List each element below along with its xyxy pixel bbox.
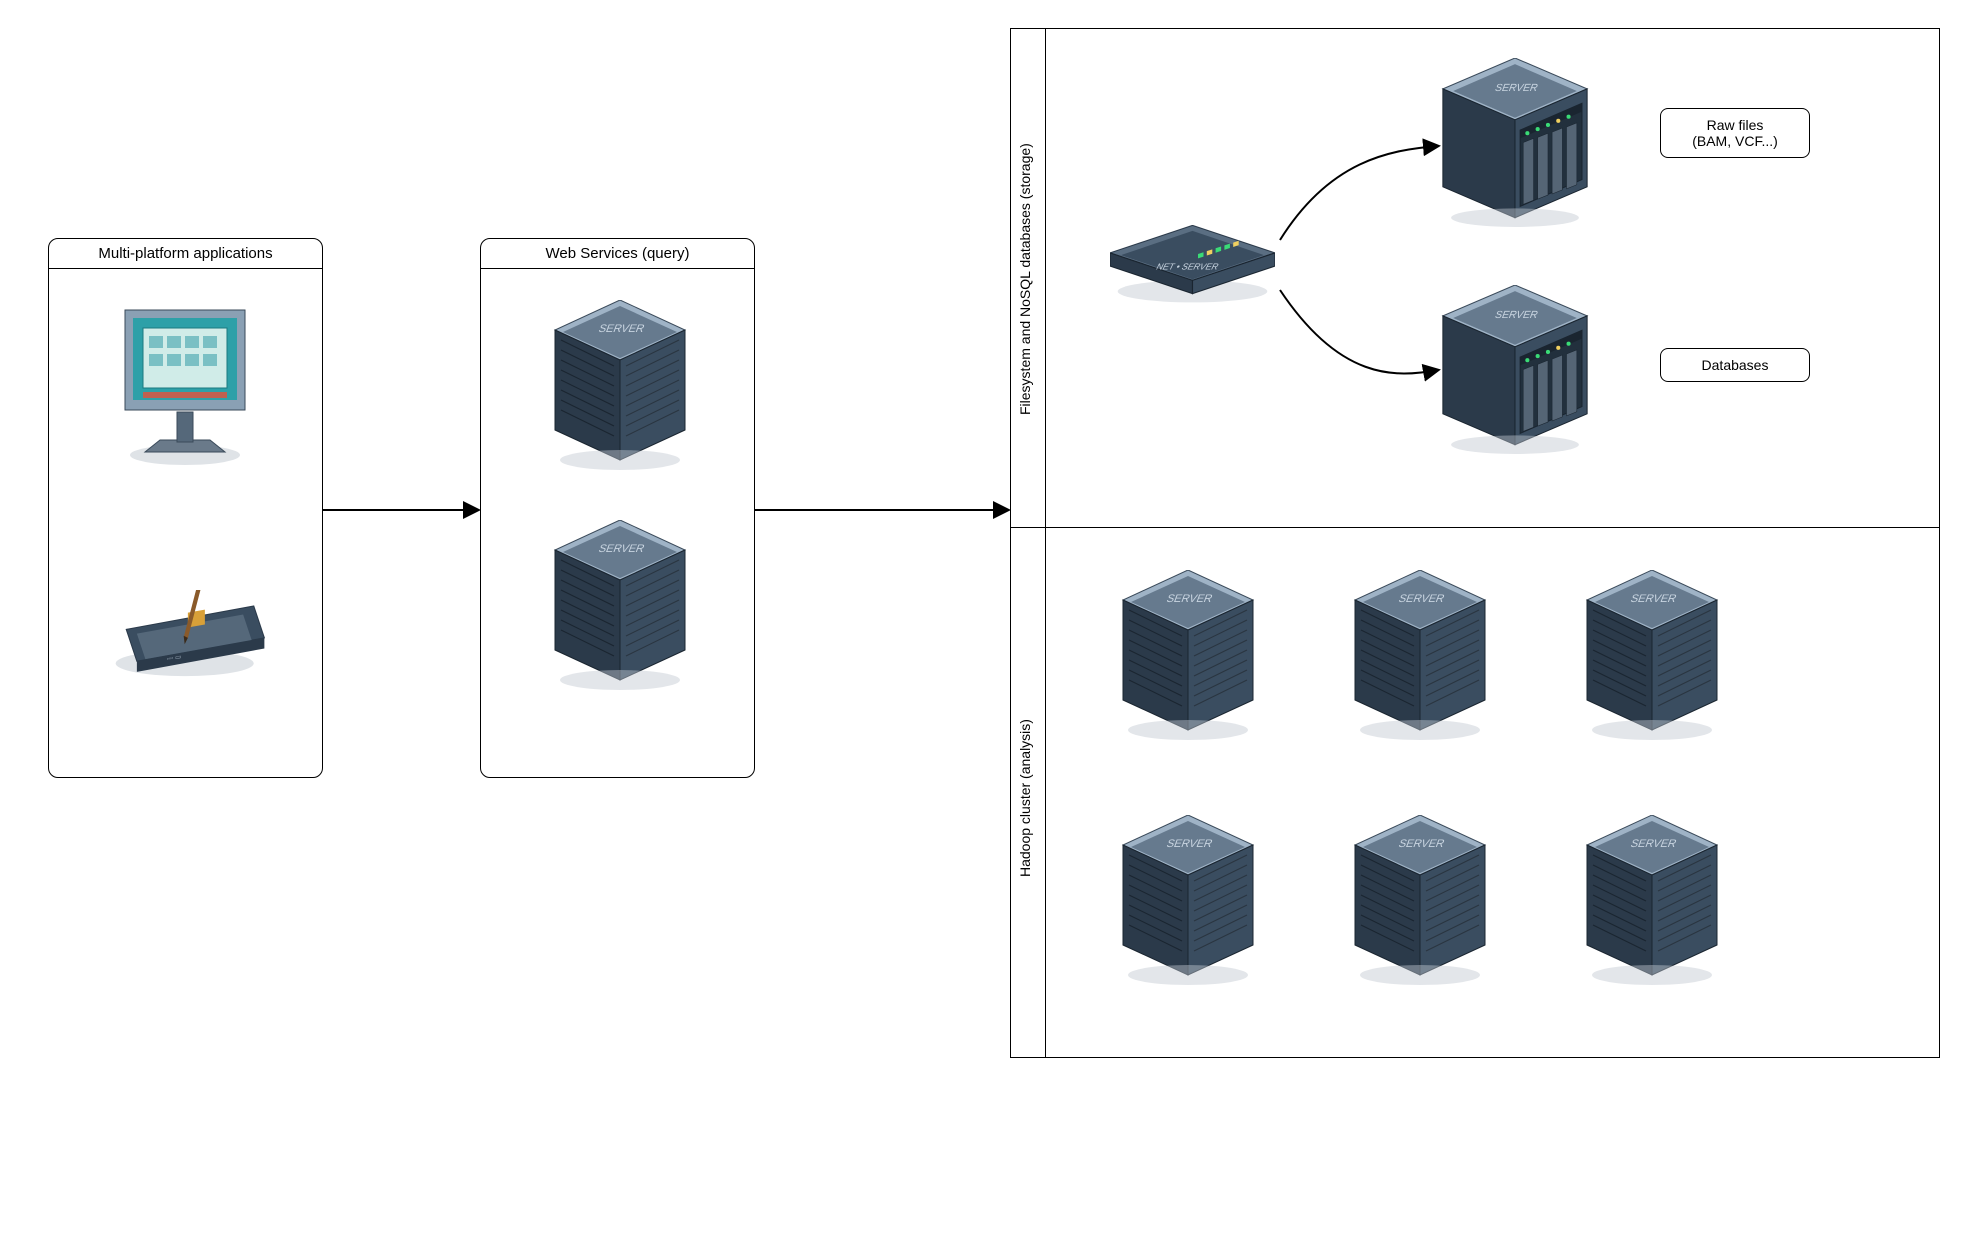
server-tower-icon	[550, 300, 690, 475]
network-router-icon	[1110, 225, 1275, 305]
server-tower-icon	[1582, 815, 1722, 990]
desktop-computer-icon	[110, 300, 260, 470]
group-hadoop-title: Hadoop cluster (analysis)	[1017, 668, 1033, 928]
server-tower-icon	[550, 520, 690, 695]
server-tower-icon	[1118, 570, 1258, 745]
callout-databases: Databases	[1660, 348, 1810, 382]
server-tower-icon	[1118, 815, 1258, 990]
group-clients-title: Multi-platform applications	[49, 239, 322, 269]
server-tower-icon	[1350, 570, 1490, 745]
server-tower-icon	[1350, 815, 1490, 990]
tablet-stylus-icon	[105, 590, 275, 690]
group-storage-title: Filesystem and NoSQL databases (storage)	[1017, 69, 1033, 489]
server-tower-icon	[1582, 570, 1722, 745]
architecture-diagram: SERVER	[0, 0, 1963, 1258]
storage-server-icon	[1440, 58, 1590, 228]
group-webservices-title: Web Services (query)	[481, 239, 754, 269]
callout-raw-files: Raw files (BAM, VCF...)	[1660, 108, 1810, 158]
storage-server-icon	[1440, 285, 1590, 455]
